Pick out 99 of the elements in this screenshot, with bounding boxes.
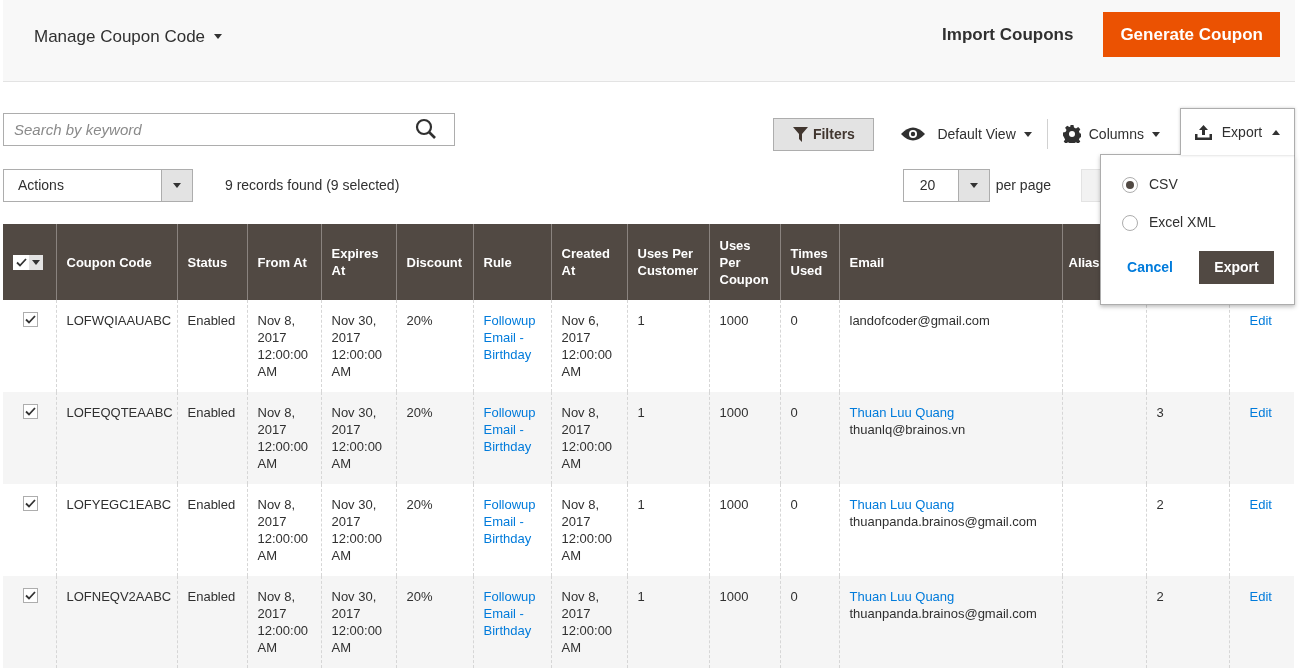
table-cell-text: 1000 [719,312,750,329]
generate-coupon-button[interactable]: Generate Coupon [1103,12,1280,57]
table-cell-text: 1 [637,588,646,605]
caret-icon [173,183,181,188]
rule-link[interactable]: Followup Email - Birthday [483,404,548,455]
table-cell-text: 2 [1156,496,1165,513]
table-cell-text: 0 [790,496,799,513]
row-checkbox[interactable] [23,404,38,419]
table-cell-text: 1000 [719,496,750,513]
customer-name-link[interactable]: Thuan Luu Quang [849,588,955,605]
checkmark-icon [25,315,36,324]
export-format-option[interactable]: Excel XML [1122,212,1273,233]
radio-button[interactable] [1122,214,1138,231]
rule-link[interactable]: Followup Email - Birthday [483,312,548,363]
table-cell-text: Nov 30, 2017 12:00:00 AM [331,588,384,656]
edit-link[interactable]: Edit [1249,312,1291,329]
import-coupons-button[interactable]: Import Coupons [942,21,1074,48]
table-cell-text: 0 [790,588,799,605]
table-cell-text: 1 [637,404,646,421]
filters-button[interactable]: Filters [773,117,875,151]
rule-link[interactable]: Followup Email - Birthday [483,588,548,639]
table-cell-text: Nov 30, 2017 12:00:00 AM [331,312,384,380]
table-cell-text: Nov 8, 2017 12:00:00 AM [561,588,614,656]
table-cell-text: Nov 8, 2017 12:00:00 AM [257,404,310,472]
per-page-label: per page [995,176,1051,195]
table-cell-text: LOFWQIAAUABC [66,312,173,329]
export-button[interactable]: Export [1180,108,1295,155]
email-text: landofcoder@gmail.com [849,312,990,329]
table-cell-text: 0 [790,404,799,421]
edit-link[interactable]: Edit [1249,588,1291,605]
table-cell-text: 20% [406,404,434,421]
radio-button[interactable] [1122,176,1138,193]
actions-dropdown[interactable]: Actions [3,169,193,202]
rule-link[interactable]: Followup Email - Birthday [483,496,548,547]
table-cell-text: 20% [406,312,434,329]
table-cell-text: 1000 [719,588,750,605]
checkmark-icon [25,407,36,416]
table-cell-text: 1 [637,312,646,329]
caret-icon [1152,131,1160,137]
email-text: thuanlq@brainos.vn [849,421,966,438]
table-cell-text: Nov 30, 2017 12:00:00 AM [331,404,384,472]
eye-icon [901,127,926,141]
column-header[interactable]: From At [257,253,311,271]
search-field[interactable]: Search by keyword [3,113,455,146]
per-page-select[interactable]: 20 [902,169,990,202]
customer-name-link[interactable]: Thuan Luu Quang [849,496,955,513]
table-cell-text: 20% [406,496,434,513]
caret-icon [1023,131,1032,137]
table-cell-text: 0 [790,312,799,329]
table-cell-text: Nov 8, 2017 12:00:00 AM [257,312,310,380]
table-cell-text: 1000 [719,404,750,421]
search-icon[interactable] [415,118,437,140]
customer-name-link[interactable]: Thuan Luu Quang [849,404,955,421]
upload-icon [1194,124,1212,140]
table-cell-text: Nov 8, 2017 12:00:00 AM [561,496,614,564]
table-cell-text: Enabled [187,312,237,329]
funnel-icon [792,126,808,142]
table-cell-text: Enabled [187,588,237,605]
edit-link[interactable]: Edit [1249,404,1291,421]
edit-link[interactable]: Edit [1249,496,1291,513]
row-checkbox[interactable] [23,312,38,327]
table-cell-text: 1 [637,496,646,513]
table-cell-text: LOFNEQV2AABC [66,588,173,605]
table-cell-text: LOFYEGC1EABC [66,496,173,513]
table-cell-text: Nov 8, 2017 12:00:00 AM [561,404,614,472]
export-format-option[interactable]: CSV [1122,174,1273,195]
view-dropdown[interactable]: Default View [901,123,1032,145]
table-cell-text: 3 [1156,404,1165,421]
column-header[interactable]: Coupon Code [66,253,167,271]
cancel-link[interactable]: Cancel [1127,257,1173,278]
table-cell-text: Nov 6, 2017 12:00:00 AM [561,312,614,380]
checkmark-icon [25,591,36,600]
select-all-checkbox[interactable] [13,254,43,270]
table-cell: LOFEQQTEAABC [66,404,174,421]
caret-icon [969,183,978,188]
row-checkbox[interactable] [23,496,38,511]
caret-icon [1272,129,1281,135]
table-cell-text: 2 [1156,588,1165,605]
row-checkbox[interactable] [23,588,38,603]
table-cell-text: Enabled [187,496,237,513]
email-text: thuanpanda.brainos@gmail.com [849,605,1037,622]
checkmark-icon [25,499,36,508]
table-cell-text: 20% [406,588,434,605]
email-text: thuanpanda.brainos@gmail.com [849,513,1037,530]
column-header[interactable]: Discount [406,253,463,271]
export-submit-button[interactable]: Export [1199,251,1274,284]
column-header[interactable]: Status [187,253,237,271]
records-count: 9 records found (9 selected) [225,176,400,195]
table-cell-text: Nov 8, 2017 12:00:00 AM [257,588,310,656]
table-cell-text: Enabled [187,404,237,421]
caret-icon [32,259,40,265]
caret-icon [214,34,223,39]
table-cell-text: Nov 30, 2017 12:00:00 AM [331,496,384,564]
table-cell-text: Nov 8, 2017 12:00:00 AM [257,496,310,564]
columns-dropdown[interactable]: Columns [1062,123,1160,145]
gear-icon [1062,125,1081,143]
checkmark-icon [15,257,27,267]
column-header[interactable]: Rule [483,253,541,271]
store-switcher[interactable]: Manage Coupon Code [34,23,223,50]
